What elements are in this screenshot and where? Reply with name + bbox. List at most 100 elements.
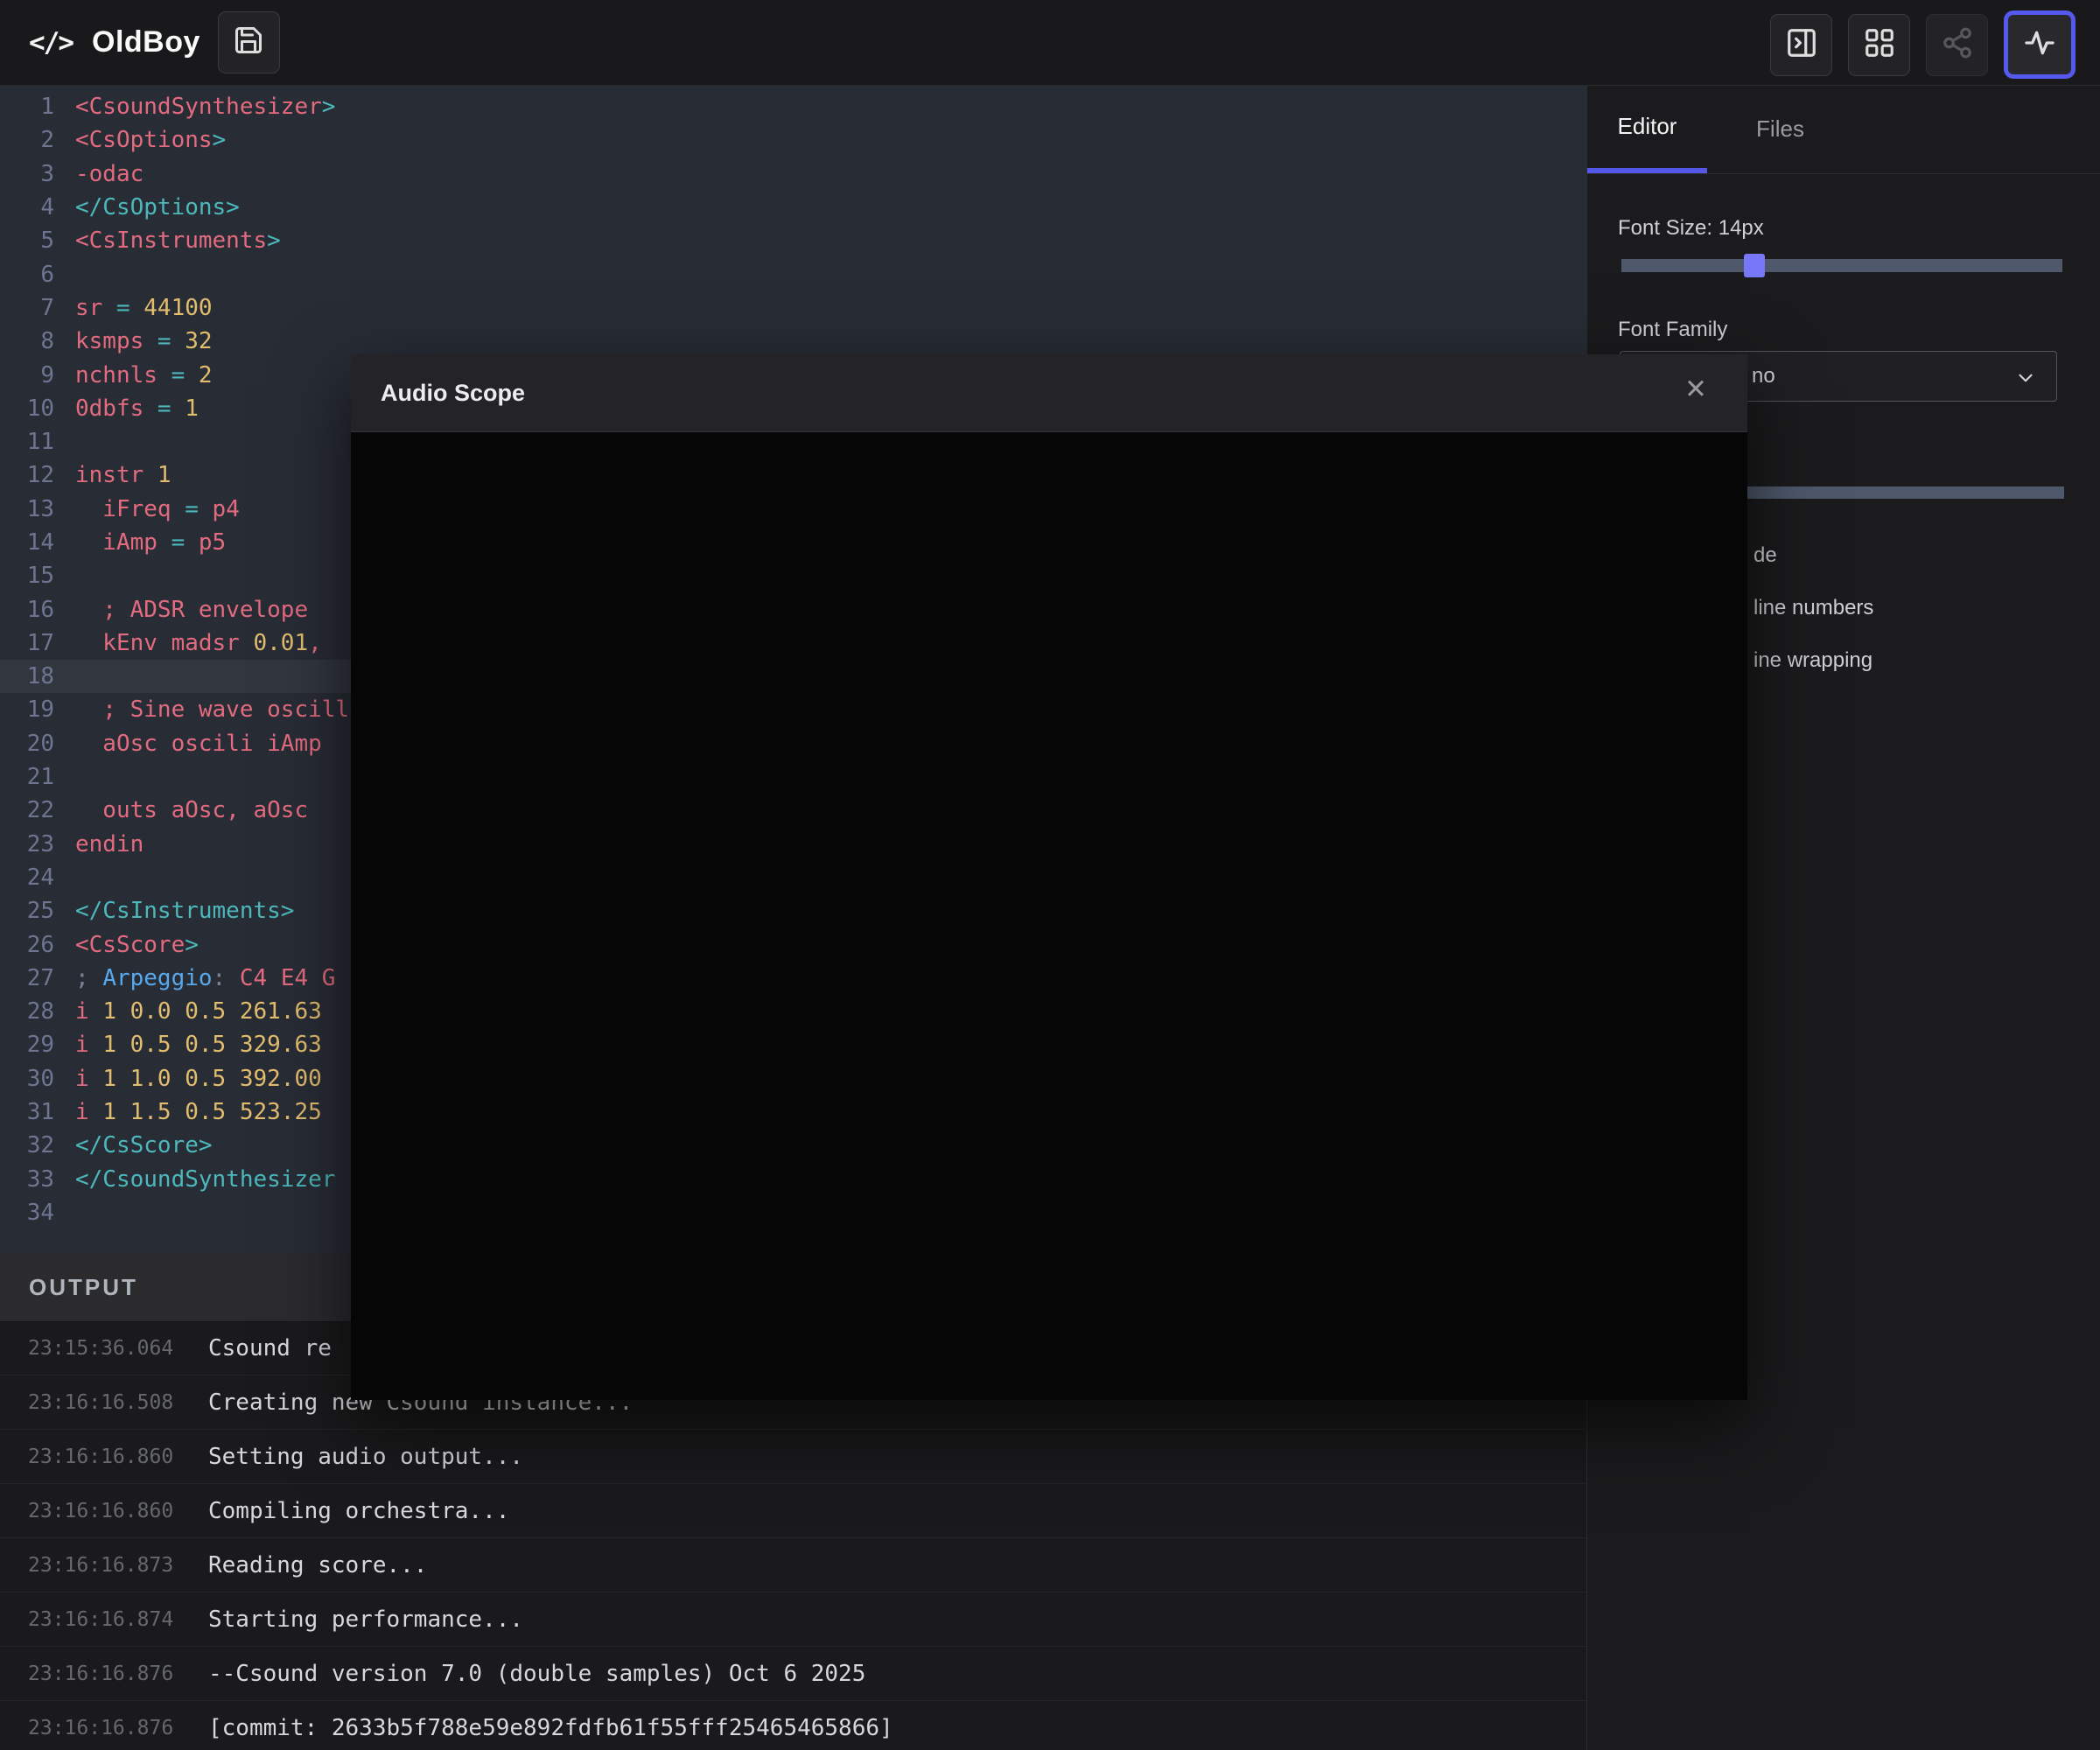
code-text: <CsInstruments>: [75, 228, 281, 254]
code-text: ; Arpeggio: C4 E4 G: [75, 965, 335, 991]
log-timestamp: 23:15:36.064: [28, 1337, 208, 1360]
output-title: OUTPUT: [29, 1274, 138, 1301]
line-number: 6: [0, 262, 54, 288]
code-text: i 1 1.5 0.5 523.25: [75, 1099, 322, 1125]
app-title: OldBoy: [92, 25, 200, 60]
log-timestamp: 23:16:16.876: [28, 1662, 208, 1685]
close-icon[interactable]: ✕: [1684, 375, 1707, 402]
modal-title: Audio Scope: [381, 380, 525, 407]
code-text: i 1 0.5 0.5 329.63: [75, 1032, 322, 1058]
save-icon: [233, 24, 264, 60]
line-number: 34: [0, 1200, 54, 1226]
code-line: 2<CsOptions>: [0, 123, 1586, 157]
line-number: 29: [0, 1032, 54, 1058]
code-text: </CsInstruments>: [75, 898, 294, 924]
code-text: iFreq = p4: [75, 496, 240, 522]
line-number: 16: [0, 597, 54, 623]
log-timestamp: 23:16:16.860: [28, 1446, 208, 1468]
output-log-row: 23:16:16.876--Csound version 7.0 (double…: [0, 1646, 1586, 1700]
line-number: 3: [0, 161, 54, 187]
line-number: 4: [0, 194, 54, 220]
line-number: 22: [0, 797, 54, 823]
line-number: 25: [0, 898, 54, 924]
checkbox-label-fragment-line-numbers[interactable]: line numbers: [1754, 596, 1873, 620]
code-line: 4 </CsOptions>: [0, 191, 1586, 224]
code-text: sr = 44100: [75, 295, 213, 321]
checkbox-label-fragment-mode[interactable]: de: [1754, 543, 1777, 568]
layout-grid-icon: [1863, 26, 1896, 64]
line-number: 21: [0, 764, 54, 790]
output-log-row: 23:16:16.876[commit: 2633b5f788e59e892fd…: [0, 1700, 1586, 1750]
code-text: <CsOptions>: [75, 127, 226, 153]
code-line: 7 sr = 44100: [0, 291, 1586, 325]
tab-editor[interactable]: Editor: [1587, 85, 1707, 173]
code-line: 1 <CsoundSynthesizer>: [0, 90, 1586, 123]
activity-waveform-icon: [2022, 25, 2057, 65]
line-number: 31: [0, 1099, 54, 1125]
code-text: 0dbfs = 1: [75, 396, 199, 422]
line-number: 5: [0, 228, 54, 254]
line-number: 13: [0, 496, 54, 522]
log-message: Starting performance...: [208, 1606, 523, 1633]
code-text: instr 1: [75, 462, 172, 488]
tab-files[interactable]: Files: [1730, 85, 1830, 173]
audio-scope-display: [351, 432, 1747, 1400]
line-number: 8: [0, 328, 54, 354]
code-line: 6: [0, 257, 1586, 290]
line-number: 20: [0, 731, 54, 757]
font-family-value: no: [1752, 364, 1775, 388]
log-timestamp: 23:16:16.508: [28, 1391, 208, 1414]
output-log-row: 23:16:16.860Setting audio output...: [0, 1429, 1586, 1483]
font-family-label: Font Family: [1618, 318, 1727, 342]
line-number: 7: [0, 295, 54, 321]
line-number: 24: [0, 864, 54, 891]
code-text: aOsc oscili iAmp: [75, 731, 322, 757]
output-log-row: 23:16:16.860Compiling orchestra...: [0, 1483, 1586, 1537]
line-number: 14: [0, 529, 54, 556]
log-message: --Csound version 7.0 (double samples) Oc…: [208, 1661, 865, 1687]
app-window: </> OldBoy: [0, 0, 2100, 1750]
output-log-row: 23:16:16.873Reading score...: [0, 1537, 1586, 1592]
log-timestamp: 23:16:16.874: [28, 1608, 208, 1631]
font-size-slider-thumb[interactable]: [1744, 254, 1765, 277]
code-text: nchnls = 2: [75, 362, 213, 388]
line-number: 28: [0, 998, 54, 1025]
share-button[interactable]: [1926, 14, 1988, 76]
log-message: Csound re: [208, 1335, 332, 1362]
log-message: Reading score...: [208, 1552, 427, 1578]
toggle-sidebar-button[interactable]: [1770, 14, 1832, 76]
font-size-slider[interactable]: [1621, 259, 2062, 272]
log-timestamp: 23:16:16.873: [28, 1554, 208, 1577]
line-number: 17: [0, 630, 54, 656]
code-text: </CsOptions>: [75, 194, 240, 220]
line-number: 11: [0, 429, 54, 455]
code-text: ; ADSR envelope: [75, 597, 308, 623]
code-text: ksmps = 32: [75, 328, 213, 354]
top-bar: </> OldBoy: [0, 0, 2100, 86]
line-number: 15: [0, 563, 54, 589]
code-line: 8 ksmps = 32: [0, 325, 1586, 358]
code-text: i 1 0.0 0.5 261.63: [75, 998, 322, 1025]
line-number: 9: [0, 362, 54, 388]
code-text: </CsoundSynthesizer: [75, 1166, 335, 1193]
line-number: 10: [0, 396, 54, 422]
save-button[interactable]: [218, 11, 280, 74]
line-number: 26: [0, 932, 54, 958]
code-text: <CsScore>: [75, 932, 199, 958]
checkbox-label-fragment-line-wrapping[interactable]: ine wrapping: [1754, 648, 1872, 673]
line-number: 30: [0, 1066, 54, 1092]
line-number: 18: [0, 663, 54, 690]
code-text: -odac: [75, 161, 144, 187]
line-number: 12: [0, 462, 54, 488]
output-log-row: 23:16:16.874Starting performance...: [0, 1592, 1586, 1646]
code-text: <CsoundSynthesizer>: [75, 94, 335, 120]
line-number: 33: [0, 1166, 54, 1193]
code-text: kEnv madsr 0.01,: [75, 630, 322, 656]
layout-button[interactable]: [1848, 14, 1910, 76]
log-timestamp: 23:16:16.876: [28, 1717, 208, 1740]
code-text: </CsScore>: [75, 1132, 213, 1158]
line-number: 27: [0, 965, 54, 991]
code-line: 5 <CsInstruments>: [0, 224, 1586, 257]
line-number: 1: [0, 94, 54, 120]
audio-scope-button[interactable]: [2004, 10, 2076, 79]
